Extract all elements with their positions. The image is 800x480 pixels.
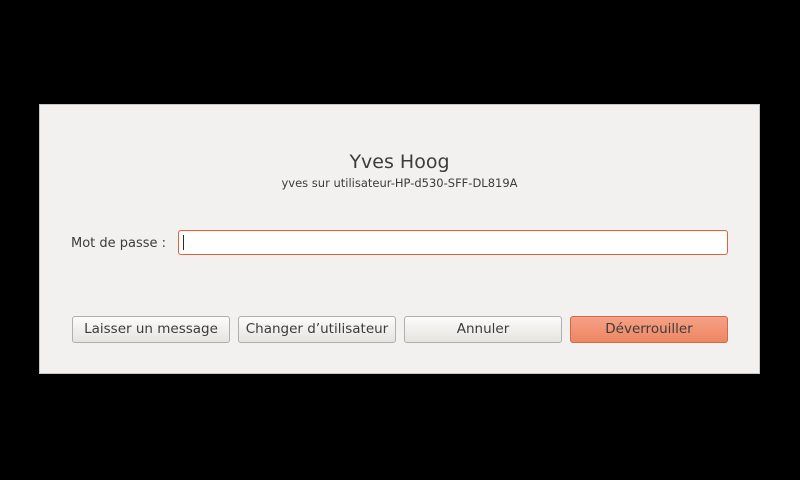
password-input[interactable]: [178, 230, 728, 255]
leave-message-button[interactable]: Laisser un message: [72, 316, 230, 343]
unlock-button[interactable]: Déverrouiller: [570, 316, 728, 343]
unlock-dialog: Yves Hoog yves sur utilisateur-HP-d530-S…: [39, 104, 760, 374]
switch-user-button[interactable]: Changer d’utilisateur: [238, 316, 396, 343]
user-name: Yves Hoog: [349, 151, 450, 173]
text-caret: [183, 235, 184, 250]
password-label: Mot de passe :: [71, 236, 167, 251]
user-host-line: yves sur utilisateur-HP-d530-SFF-DL819A: [281, 176, 518, 190]
cancel-button[interactable]: Annuler: [404, 316, 562, 343]
